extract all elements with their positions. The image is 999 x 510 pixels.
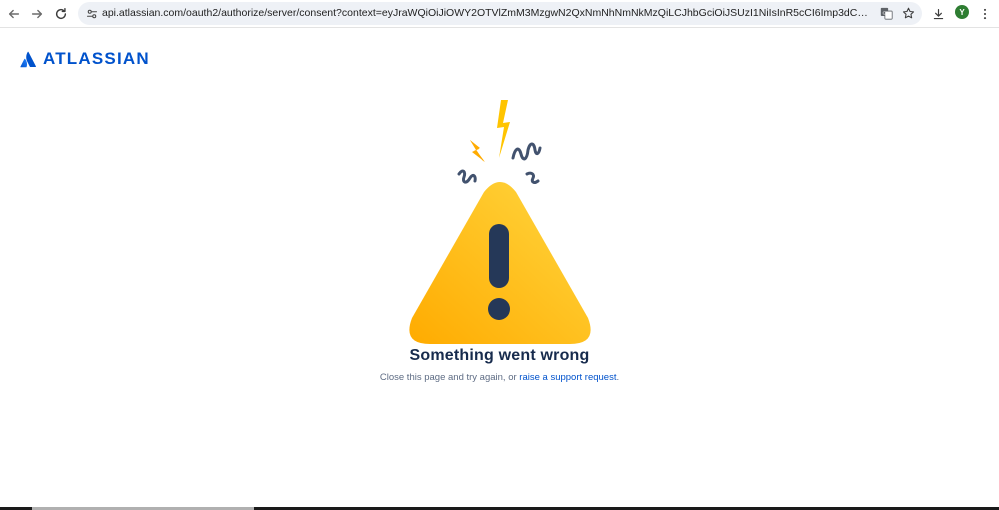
atlassian-mark-icon bbox=[20, 51, 36, 67]
error-illustration bbox=[400, 96, 600, 348]
atlassian-logo[interactable]: ATLASSIAN bbox=[20, 49, 150, 69]
error-message-end: . bbox=[616, 372, 620, 383]
more-menu-icon[interactable] bbox=[978, 5, 992, 23]
arrow-left-icon bbox=[8, 9, 20, 19]
lightning-bolt-small-icon bbox=[470, 140, 485, 162]
error-title: Something went wrong bbox=[409, 347, 590, 364]
profile-avatar[interactable]: Y bbox=[955, 5, 969, 19]
address-bar[interactable]: api.atlassian.com/oauth2/authorize/serve… bbox=[78, 2, 922, 25]
svg-text:G: G bbox=[882, 10, 886, 16]
browser-toolbar: api.atlassian.com/oauth2/authorize/serve… bbox=[0, 0, 999, 28]
site-info-icon[interactable] bbox=[84, 6, 100, 21]
bookmark-star-icon[interactable] bbox=[900, 6, 916, 21]
warning-triangle-icon bbox=[409, 182, 591, 344]
squiggle-icon bbox=[457, 142, 542, 184]
reload-icon bbox=[55, 8, 67, 20]
lightning-bolt-icon bbox=[497, 100, 510, 158]
error-message-text: Close this page and try again, or bbox=[379, 372, 520, 383]
download-icon[interactable] bbox=[930, 5, 946, 23]
support-request-link[interactable]: raise a support request bbox=[519, 372, 616, 383]
arrow-right-icon bbox=[31, 9, 43, 19]
url-text[interactable]: api.atlassian.com/oauth2/authorize/serve… bbox=[102, 6, 872, 21]
forward-button[interactable] bbox=[27, 4, 47, 24]
error-message: Close this page and try again, or raise … bbox=[0, 372, 999, 383]
brand-name: ATLASSIAN bbox=[43, 49, 150, 68]
back-button[interactable] bbox=[4, 4, 24, 24]
reload-button[interactable] bbox=[51, 4, 71, 24]
translate-icon[interactable]: G bbox=[878, 6, 894, 21]
